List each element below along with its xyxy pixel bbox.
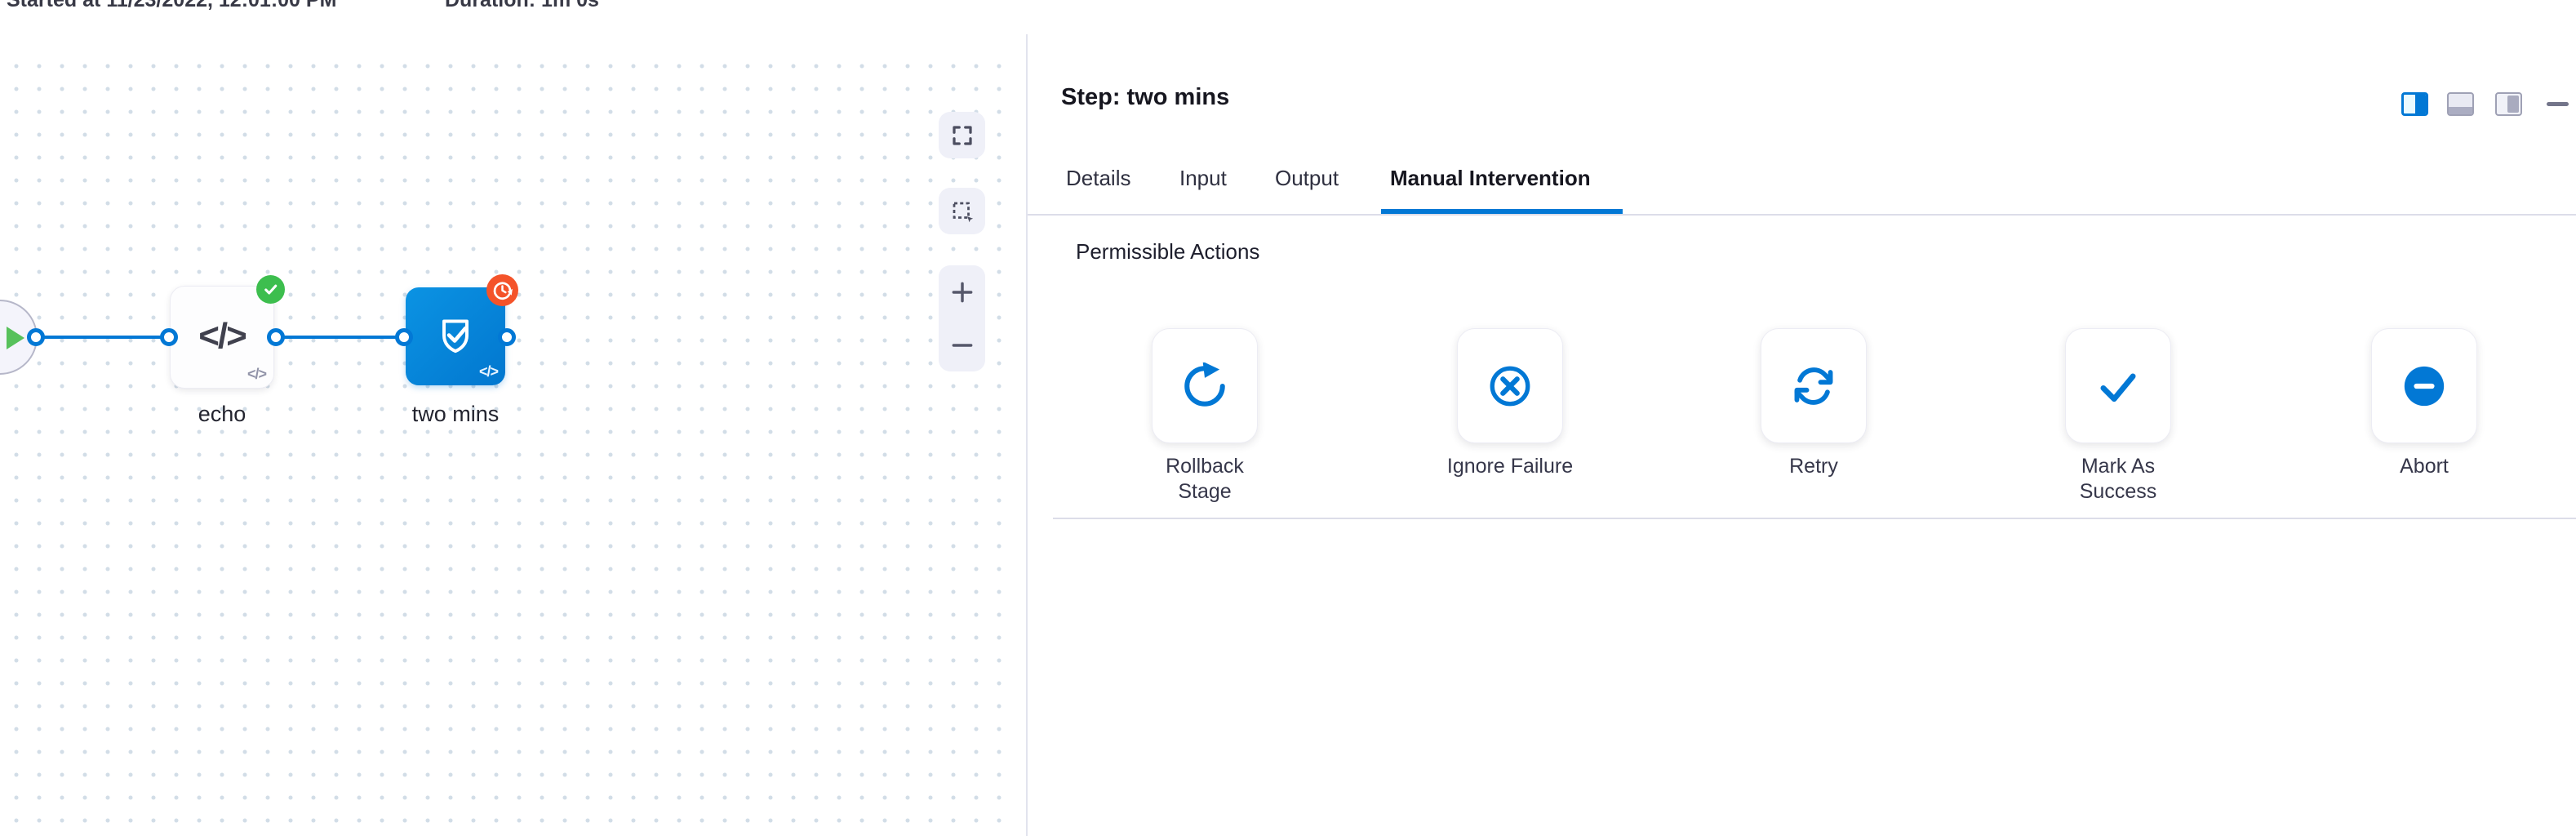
waiting-clock-badge-icon bbox=[486, 274, 518, 306]
minus-icon bbox=[949, 332, 975, 358]
port-two-mins-out bbox=[498, 328, 516, 346]
retry-button[interactable] bbox=[1761, 328, 1867, 443]
minimize-icon[interactable] bbox=[2547, 102, 2569, 106]
canvas-dot-grid bbox=[0, 47, 1016, 824]
code-icon: </> bbox=[171, 316, 273, 357]
script-type-icon: </> bbox=[247, 366, 266, 383]
bottom-view-icon[interactable] bbox=[2447, 92, 2474, 116]
abort-button[interactable] bbox=[2371, 328, 2477, 443]
pipeline-canvas[interactable]: </> </> echo </> two mins bbox=[0, 12, 1026, 836]
tab-details[interactable]: Details bbox=[1066, 166, 1130, 191]
node-two-mins[interactable]: </> bbox=[406, 287, 505, 385]
panel-title: Step: two mins bbox=[1061, 84, 1229, 111]
marquee-select-button[interactable] bbox=[939, 188, 985, 234]
mark-as-success-icon bbox=[2094, 362, 2142, 410]
pipeline-execution-view: Started at 11/23/2022, 12:01:00 PM Durat… bbox=[0, 0, 2576, 836]
retry-icon bbox=[1790, 362, 1837, 410]
started-timestamp: Started at 11/23/2022, 12:01:00 PM bbox=[7, 0, 336, 12]
tabs-bottom-border bbox=[1028, 214, 2576, 216]
tab-output[interactable]: Output bbox=[1275, 166, 1339, 191]
ignore-failure-icon bbox=[1486, 362, 1534, 410]
port-two-mins-in bbox=[395, 328, 413, 346]
action-label: Rollback Stage bbox=[1139, 454, 1270, 505]
rollback-stage-icon bbox=[1181, 362, 1228, 410]
ignore-failure-button[interactable] bbox=[1457, 328, 1563, 443]
node-echo[interactable]: </> </> bbox=[170, 286, 274, 389]
fullscreen-icon bbox=[950, 123, 975, 148]
node-label-two-mins: two mins bbox=[406, 402, 505, 427]
tab-manual-intervention[interactable]: Manual Intervention bbox=[1390, 166, 1591, 191]
actions-section-border bbox=[1053, 518, 2576, 519]
mark-as-success-button[interactable] bbox=[2065, 328, 2171, 443]
shield-check-icon bbox=[433, 312, 478, 359]
action-label: Abort bbox=[2359, 454, 2489, 479]
plus-icon bbox=[949, 279, 975, 305]
step-details-panel: Step: two mins Details Input Output Manu… bbox=[1028, 12, 2576, 836]
panel-layout-controls bbox=[2401, 92, 2569, 118]
abort-icon bbox=[2401, 362, 2448, 410]
action-label: Ignore Failure bbox=[1445, 454, 1575, 479]
node-label-echo: echo bbox=[170, 402, 274, 427]
port-echo-in bbox=[160, 328, 178, 346]
marquee-select-icon bbox=[950, 199, 975, 224]
action-label: Retry bbox=[1748, 454, 1879, 479]
zoom-out-button[interactable] bbox=[939, 321, 985, 370]
fit-to-screen-button[interactable] bbox=[939, 112, 985, 158]
script-type-icon: </> bbox=[479, 363, 498, 380]
right-view-icon[interactable] bbox=[2495, 92, 2522, 116]
port-start-out bbox=[27, 328, 45, 346]
action-label: Mark As Success bbox=[2053, 454, 2183, 505]
permissible-actions-title: Permissible Actions bbox=[1076, 239, 1259, 265]
split-view-icon[interactable] bbox=[2401, 92, 2428, 116]
play-icon bbox=[7, 327, 24, 349]
check-badge-icon bbox=[256, 275, 285, 304]
execution-header: Started at 11/23/2022, 12:01:00 PM Durat… bbox=[0, 0, 2576, 12]
zoom-control-group bbox=[939, 265, 985, 371]
tab-input[interactable]: Input bbox=[1179, 166, 1227, 191]
zoom-in-button[interactable] bbox=[939, 268, 985, 317]
port-echo-out bbox=[267, 328, 285, 346]
rollback-stage-button[interactable] bbox=[1152, 328, 1258, 443]
duration-text: Duration: 1m 0s bbox=[445, 0, 599, 12]
